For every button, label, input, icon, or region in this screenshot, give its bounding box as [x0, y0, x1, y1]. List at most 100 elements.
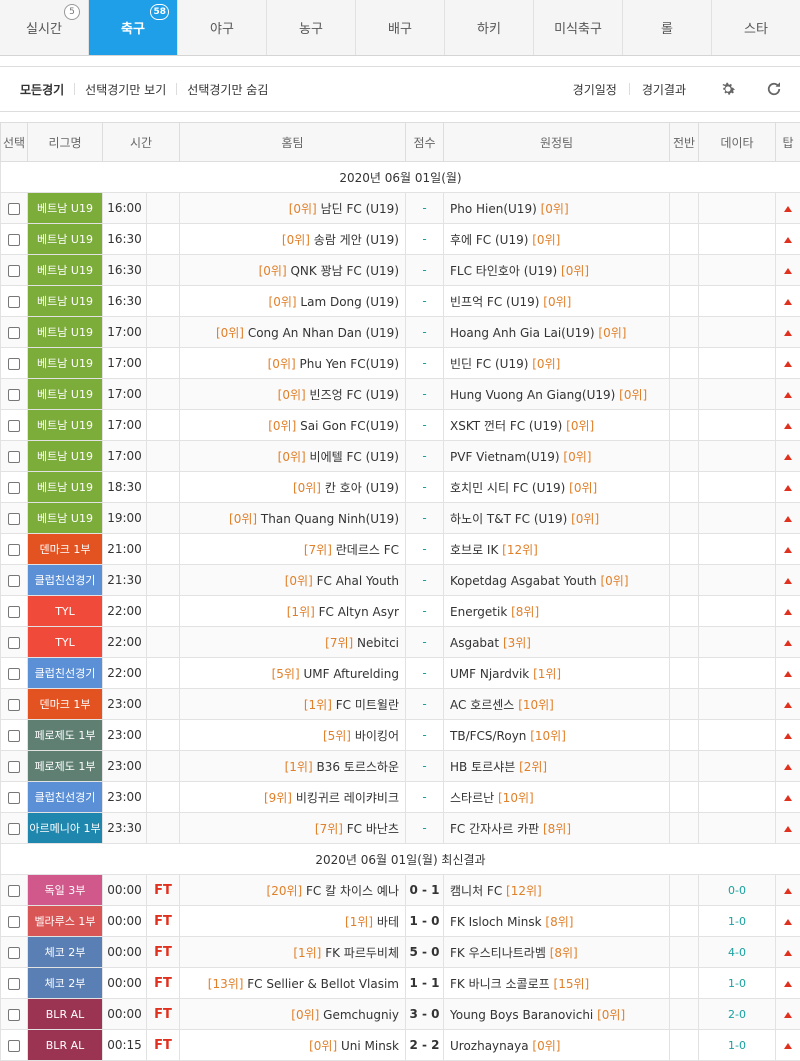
league-badge[interactable]: 베트남 U19 — [28, 286, 103, 317]
select-checkbox[interactable] — [8, 296, 20, 308]
select-checkbox[interactable] — [8, 327, 20, 339]
league-badge[interactable]: 독일 3부 — [28, 875, 103, 906]
tip-cell[interactable] — [776, 410, 800, 441]
away-team[interactable]: FK 바니크 소콜로프 [15위] — [444, 968, 670, 999]
home-team[interactable]: [0위] 빈즈엉 FC (U19) — [180, 379, 406, 410]
tip-cell[interactable] — [776, 193, 800, 224]
tab-sport[interactable]: 실시간5 — [0, 0, 89, 55]
tab-sport[interactable]: 배구 — [356, 0, 445, 55]
league-badge[interactable]: 페로제도 1부 — [28, 720, 103, 751]
home-team[interactable]: [1위] FC 미트윌란 — [180, 689, 406, 720]
select-checkbox[interactable] — [8, 730, 20, 742]
league-badge[interactable]: 베트남 U19 — [28, 224, 103, 255]
away-team[interactable]: Kopetdag Asgabat Youth [0위] — [444, 565, 670, 596]
league-badge[interactable]: 베트남 U19 — [28, 472, 103, 503]
away-team[interactable]: AC 호르센스 [10위] — [444, 689, 670, 720]
league-badge[interactable]: 클럽친선경기 — [28, 782, 103, 813]
filter-hide-selected[interactable]: 선택경기만 숨김 — [177, 81, 278, 98]
tip-cell[interactable] — [776, 441, 800, 472]
away-team[interactable]: TB/FCS/Royn [10위] — [444, 720, 670, 751]
home-team[interactable]: [0위] Sai Gon FC(U19) — [180, 410, 406, 441]
select-checkbox[interactable] — [8, 1040, 20, 1052]
away-team[interactable]: FLC 타인호아 (U19) [0위] — [444, 255, 670, 286]
league-badge[interactable]: 벨라루스 1부 — [28, 906, 103, 937]
home-team[interactable]: [0위] Cong An Nhan Dan (U19) — [180, 317, 406, 348]
league-badge[interactable]: 클럽친선경기 — [28, 658, 103, 689]
select-checkbox[interactable] — [8, 823, 20, 835]
league-badge[interactable]: TYL — [28, 627, 103, 658]
select-checkbox[interactable] — [8, 699, 20, 711]
home-team[interactable]: [0위] Than Quang Ninh(U19) — [180, 503, 406, 534]
home-team[interactable]: [1위] FC Altyn Asyr — [180, 596, 406, 627]
tip-cell[interactable] — [776, 658, 800, 689]
select-checkbox[interactable] — [8, 513, 20, 525]
tip-cell[interactable] — [776, 348, 800, 379]
league-badge[interactable]: 베트남 U19 — [28, 317, 103, 348]
league-badge[interactable]: 베트남 U19 — [28, 255, 103, 286]
home-team[interactable]: [20위] FC 칼 차이스 예나 — [180, 875, 406, 906]
home-team[interactable]: [0위] Uni Minsk — [180, 1030, 406, 1061]
select-checkbox[interactable] — [8, 265, 20, 277]
home-team[interactable]: [0위] Lam Dong (U19) — [180, 286, 406, 317]
select-checkbox[interactable] — [8, 885, 20, 897]
select-checkbox[interactable] — [8, 978, 20, 990]
select-checkbox[interactable] — [8, 668, 20, 680]
home-team[interactable]: [1위] 바테 — [180, 906, 406, 937]
league-badge[interactable]: 덴마크 1부 — [28, 689, 103, 720]
home-team[interactable]: [5위] UMF Afturelding — [180, 658, 406, 689]
results-link[interactable]: 경기결과 — [630, 81, 698, 98]
home-team[interactable]: [0위] 송람 게안 (U19) — [180, 224, 406, 255]
select-checkbox[interactable] — [8, 358, 20, 370]
away-team[interactable]: 빈프억 FC (U19) [0위] — [444, 286, 670, 317]
away-team[interactable]: 후에 FC (U19) [0위] — [444, 224, 670, 255]
tab-sport[interactable]: 야구 — [178, 0, 267, 55]
select-checkbox[interactable] — [8, 575, 20, 587]
select-checkbox[interactable] — [8, 606, 20, 618]
home-team[interactable]: [0위] 칸 호아 (U19) — [180, 472, 406, 503]
away-team[interactable]: Pho Hien(U19) [0위] — [444, 193, 670, 224]
tip-cell[interactable] — [776, 906, 800, 937]
home-team[interactable]: [0위] Gemchugniy — [180, 999, 406, 1030]
tab-sport[interactable]: 하키 — [445, 0, 534, 55]
league-badge[interactable]: 베트남 U19 — [28, 441, 103, 472]
league-badge[interactable]: TYL — [28, 596, 103, 627]
home-team[interactable]: [7위] FC 바난츠 — [180, 813, 406, 844]
tip-cell[interactable] — [776, 1030, 800, 1061]
league-badge[interactable]: 덴마크 1부 — [28, 534, 103, 565]
home-team[interactable]: [1위] B36 토르스하운 — [180, 751, 406, 782]
select-checkbox[interactable] — [8, 389, 20, 401]
away-team[interactable]: Hung Vuong An Giang(U19) [0위] — [444, 379, 670, 410]
tip-cell[interactable] — [776, 224, 800, 255]
tip-cell[interactable] — [776, 286, 800, 317]
select-checkbox[interactable] — [8, 420, 20, 432]
tip-cell[interactable] — [776, 627, 800, 658]
tip-cell[interactable] — [776, 255, 800, 286]
select-checkbox[interactable] — [8, 947, 20, 959]
select-checkbox[interactable] — [8, 792, 20, 804]
home-team[interactable]: [0위] 남딘 FC (U19) — [180, 193, 406, 224]
tip-cell[interactable] — [776, 875, 800, 906]
league-badge[interactable]: 베트남 U19 — [28, 503, 103, 534]
select-checkbox[interactable] — [8, 482, 20, 494]
away-team[interactable]: Energetik [8위] — [444, 596, 670, 627]
home-team[interactable]: [0위] Phu Yen FC(U19) — [180, 348, 406, 379]
tab-sport[interactable]: 롤 — [623, 0, 712, 55]
filter-show-selected[interactable]: 선택경기만 보기 — [75, 81, 176, 98]
select-checkbox[interactable] — [8, 234, 20, 246]
select-checkbox[interactable] — [8, 637, 20, 649]
away-team[interactable]: FK Isloch Minsk [8위] — [444, 906, 670, 937]
tip-cell[interactable] — [776, 999, 800, 1030]
tip-cell[interactable] — [776, 503, 800, 534]
home-team[interactable]: [7위] 란데르스 FC — [180, 534, 406, 565]
tip-cell[interactable] — [776, 968, 800, 999]
tab-sport[interactable]: 축구58 — [89, 0, 178, 55]
home-team[interactable]: [5위] 바이킹어 — [180, 720, 406, 751]
home-team[interactable]: [7위] Nebitci — [180, 627, 406, 658]
league-badge[interactable]: 클럽친선경기 — [28, 565, 103, 596]
league-badge[interactable]: 체코 2부 — [28, 937, 103, 968]
select-checkbox[interactable] — [8, 203, 20, 215]
away-team[interactable]: 스타르난 [10위] — [444, 782, 670, 813]
select-checkbox[interactable] — [8, 761, 20, 773]
away-team[interactable]: PVF Vietnam(U19) [0위] — [444, 441, 670, 472]
league-badge[interactable]: 페로제도 1부 — [28, 751, 103, 782]
